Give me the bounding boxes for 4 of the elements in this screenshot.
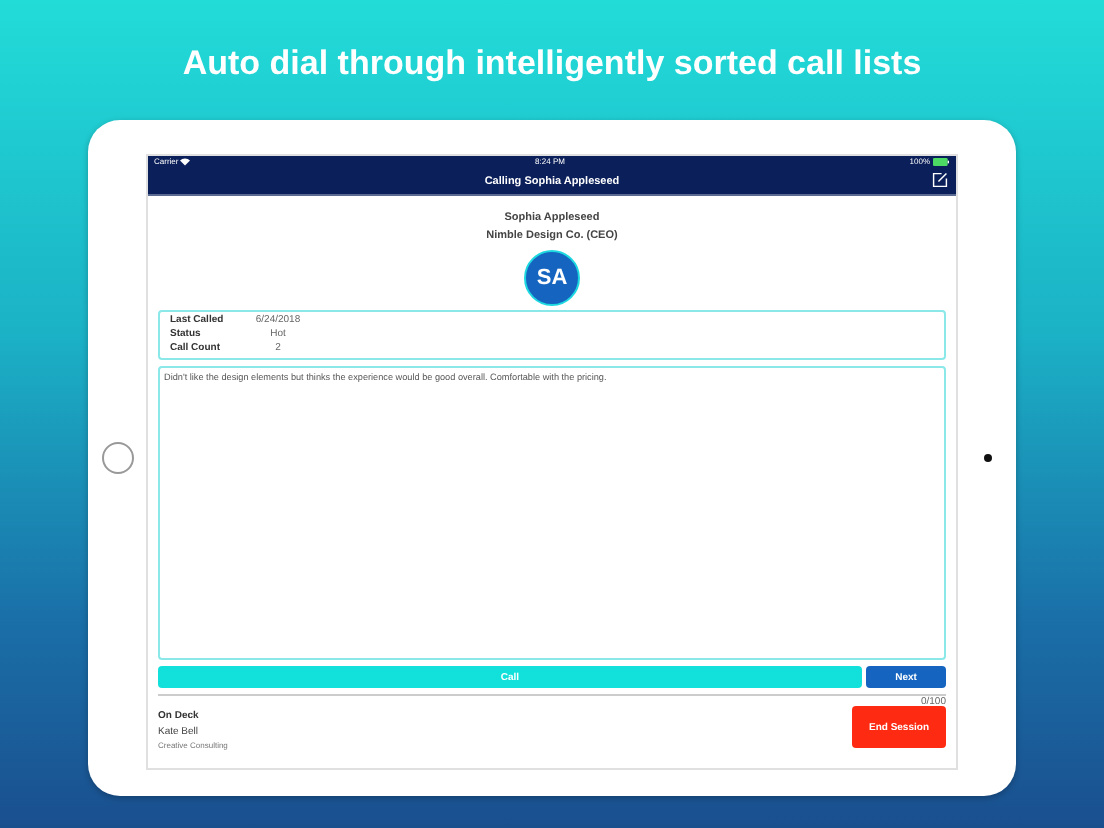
home-button[interactable] xyxy=(101,442,133,474)
edit-icon[interactable] xyxy=(932,172,948,188)
avatar: SA xyxy=(524,250,580,306)
camera-icon xyxy=(983,454,991,462)
